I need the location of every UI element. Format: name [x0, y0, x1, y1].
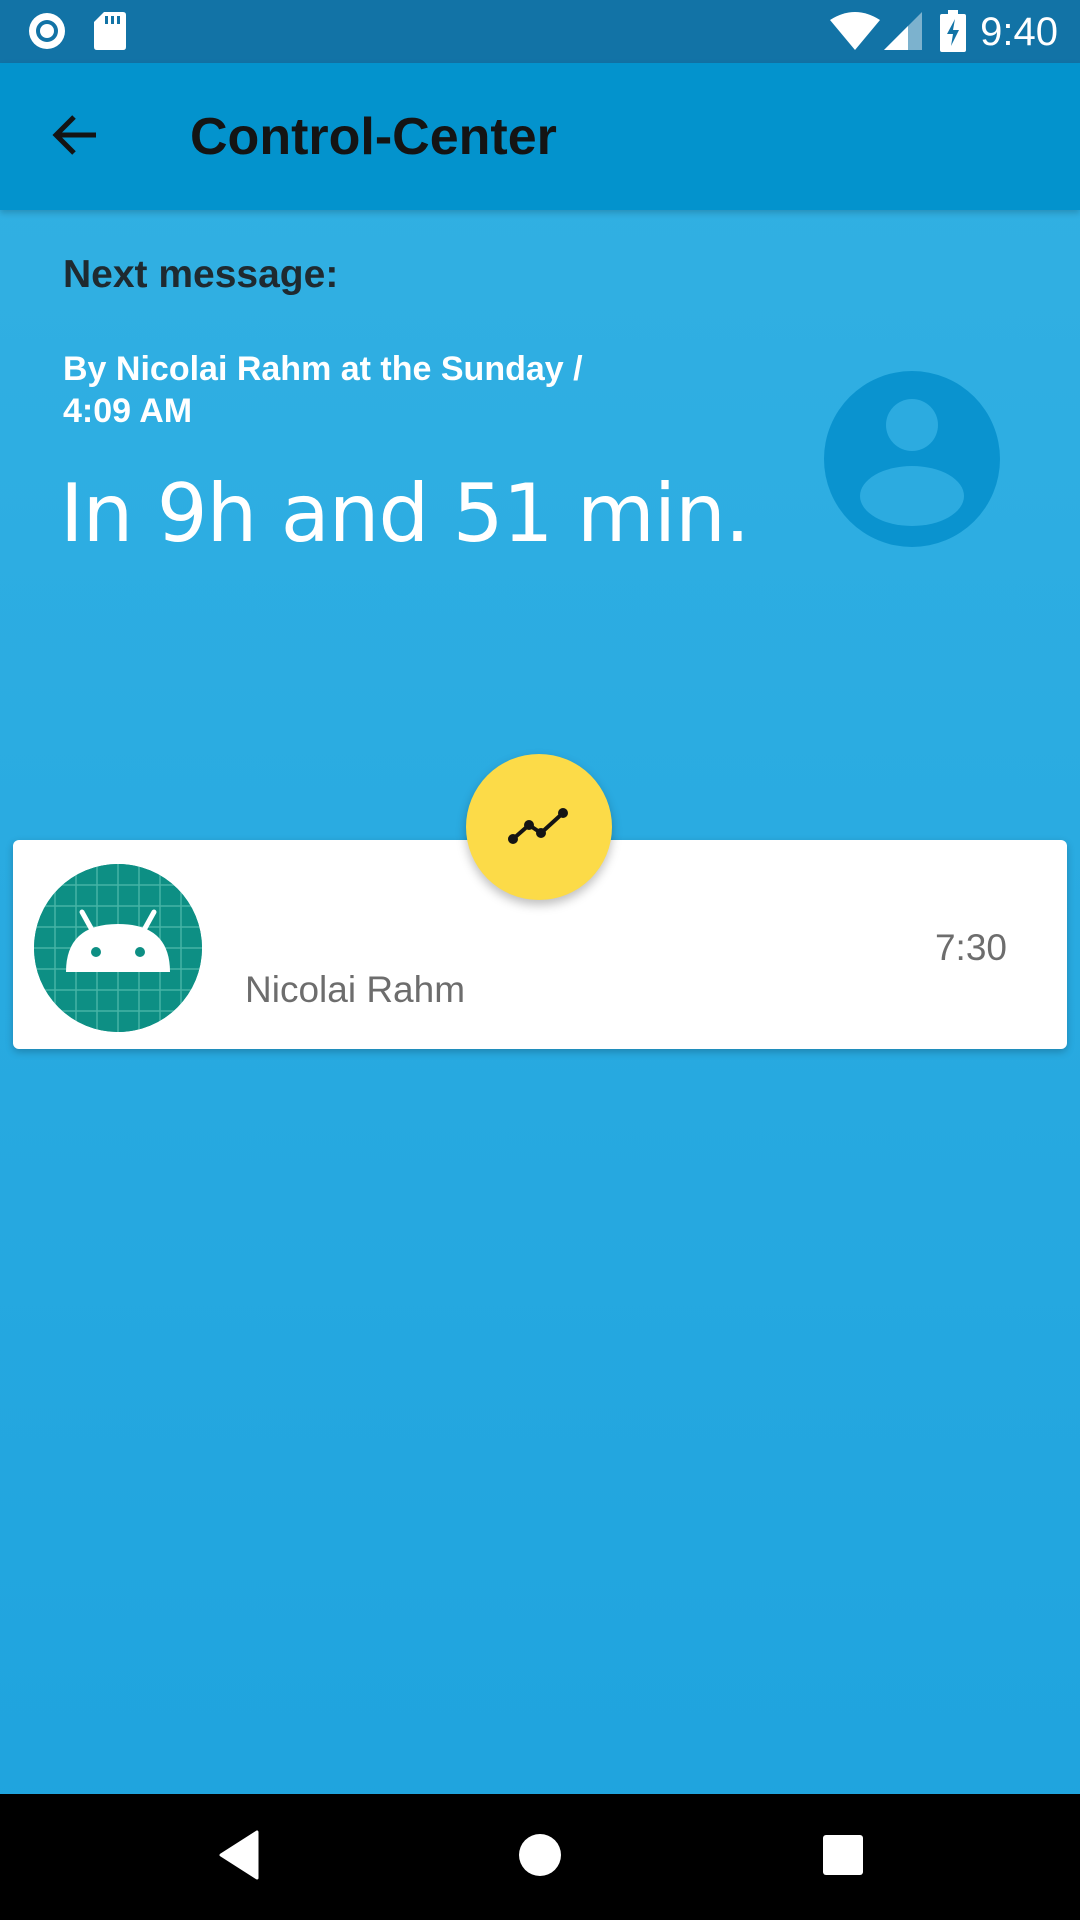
back-button[interactable] — [36, 99, 112, 175]
entry-name: Nicolai Rahm — [245, 969, 466, 1010]
status-bar: 9:40 — [0, 0, 1080, 63]
android-icon — [34, 864, 202, 1032]
next-message-label: Next message: — [63, 253, 339, 296]
statistics-fab-button[interactable] — [466, 754, 612, 900]
page-title: Control-Center — [190, 108, 557, 166]
arrow-back-icon — [50, 113, 98, 162]
battery-charging-icon — [940, 10, 966, 57]
chart-line-icon — [507, 805, 571, 850]
entry-time: 7:30 — [934, 927, 1007, 968]
nav-recents-icon — [822, 1834, 864, 1881]
nav-recents-button[interactable] — [810, 1824, 876, 1890]
record-icon — [26, 10, 68, 57]
navigation-bar — [0, 1794, 1080, 1920]
app-bar: Control-Center — [0, 63, 1080, 210]
nav-back-icon — [217, 1830, 261, 1885]
sd-card-icon — [94, 12, 126, 55]
cell-signal-icon — [884, 12, 922, 55]
nav-back-button[interactable] — [206, 1824, 272, 1890]
nav-home-button[interactable] — [507, 1824, 573, 1890]
sender-avatar[interactable] — [824, 371, 1000, 547]
next-message-by-line: By Nicolai Rahm at the Sunday / 4:09 AM — [63, 350, 583, 430]
person-icon — [824, 399, 1000, 547]
next-message-countdown: In 9h and 51 min. — [60, 467, 750, 560]
control-center-screen: 9:40 Control-Center Next message: By Nic… — [0, 0, 1080, 1920]
nav-home-icon — [518, 1833, 562, 1882]
wifi-icon — [830, 12, 880, 55]
status-time: 9:40 — [980, 10, 1058, 54]
avatar — [34, 864, 202, 1032]
